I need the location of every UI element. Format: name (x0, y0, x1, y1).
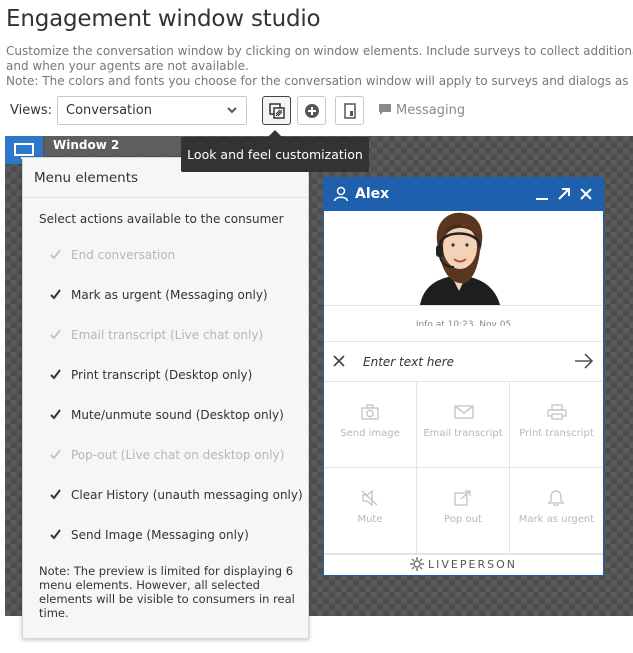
menu-option: Pop-out (Live chat on desktop only) (49, 448, 284, 464)
clear-icon[interactable] (333, 355, 345, 367)
send-arrow-icon[interactable] (574, 353, 594, 369)
checkbox-checked-icon[interactable] (49, 368, 62, 381)
menu-option-label: Send Image (Messaging only) (71, 528, 249, 542)
menu-option[interactable]: Clear History (unauth messaging only) (49, 488, 303, 504)
views-dropdown[interactable]: Conversation (57, 96, 247, 125)
menu-option: End conversation (49, 248, 175, 264)
popout-icon (454, 490, 471, 506)
agent-name: Alex (355, 186, 390, 202)
page-title: Engagement window studio (6, 6, 321, 32)
message-input-bar[interactable]: Enter text here (324, 341, 603, 382)
agent-photo-illustration (420, 212, 500, 305)
menu-option: Email transcript (Live chat only) (49, 328, 263, 344)
message-timestamp: Info at 10:23, Nov 05 (415, 320, 512, 326)
printer-icon (547, 404, 567, 420)
chat-window-preview[interactable]: Alex Info at 10:23, Nov 05 Enter text he… (323, 177, 604, 576)
checkbox-checked-icon (49, 328, 62, 341)
window-tab[interactable]: Window 2 (44, 136, 186, 156)
menu-option-label: Pop-out (Live chat on desktop only) (71, 448, 285, 462)
checkbox-checked-icon[interactable] (49, 288, 62, 301)
checkbox-checked-icon[interactable] (49, 408, 62, 421)
menu-grid-email-transcript[interactable]: Email transcript (417, 382, 510, 468)
tooltip: Look and feel customization (181, 130, 369, 172)
views-selected-value: Conversation (66, 103, 152, 118)
window-icon (344, 103, 356, 119)
speaker-mute-icon (361, 490, 378, 506)
palette-icon (269, 103, 285, 119)
menu-elements-panel: Menu elements Select actions available t… (22, 157, 309, 639)
menu-option[interactable]: Mute/unmute sound (Desktop only) (49, 408, 284, 424)
menu-option-label: Mark as urgent (Messaging only) (71, 288, 268, 302)
messaging-link[interactable]: Messaging (378, 103, 465, 118)
expand-icon[interactable] (557, 187, 571, 201)
menu-option-label: Print transcript (Desktop only) (71, 368, 253, 382)
menu-panel-subtitle: Select actions available to the consumer (39, 212, 284, 226)
menu-grid-send-image[interactable]: Send image (324, 382, 417, 468)
menu-grid-mute[interactable]: Mute (324, 468, 417, 554)
checkbox-checked-icon (49, 248, 62, 261)
menu-option-label: End conversation (71, 248, 176, 262)
menu-grid-pop-out[interactable]: Pop out (417, 468, 510, 554)
message-input-placeholder[interactable]: Enter text here (363, 355, 454, 369)
look-and-feel-button[interactable] (262, 96, 291, 125)
plus-circle-icon (305, 104, 319, 118)
chat-bubble-icon (379, 104, 391, 115)
person-icon (333, 186, 349, 202)
menu-option-label: Mute/unmute sound (Desktop only) (71, 408, 284, 422)
bell-icon (547, 490, 565, 506)
menu-option-label: Clear History (unauth messaging only) (71, 488, 303, 502)
menu-option[interactable]: Send Image (Messaging only) (49, 528, 249, 544)
views-label: Views: (10, 103, 53, 118)
chevron-down-icon (227, 107, 237, 114)
menu-option[interactable]: Mark as urgent (Messaging only) (49, 288, 268, 304)
menu-panel-note: Note: The preview is limited for display… (39, 564, 295, 620)
menu-grid-print-transcript[interactable]: Print transcript (510, 382, 603, 468)
menu-grid-mark-as-urgent[interactable]: Mark as urgent (510, 468, 603, 554)
menu-option[interactable]: Print transcript (Desktop only) (49, 368, 252, 384)
liveperson-logo-icon (410, 557, 425, 571)
close-icon[interactable] (579, 187, 593, 201)
menu-grid: Send image Email transcript Print transc… (324, 382, 603, 554)
page-description: Customize the conversation window by cli… (6, 44, 633, 88)
chat-footer: LIVEPERSON (324, 554, 603, 575)
add-element-button[interactable] (297, 96, 326, 125)
agent-avatar (324, 211, 603, 305)
camera-icon (361, 404, 379, 420)
checkbox-checked-icon[interactable] (49, 528, 62, 541)
chat-header[interactable]: Alex (324, 178, 603, 211)
window-layout-button[interactable] (335, 96, 364, 125)
checkbox-checked-icon (49, 448, 62, 461)
divider (324, 305, 603, 306)
minimize-icon[interactable] (535, 187, 549, 201)
envelope-icon (454, 405, 474, 419)
checkbox-checked-icon[interactable] (49, 488, 62, 501)
menu-option-label: Email transcript (Live chat only) (71, 328, 264, 342)
